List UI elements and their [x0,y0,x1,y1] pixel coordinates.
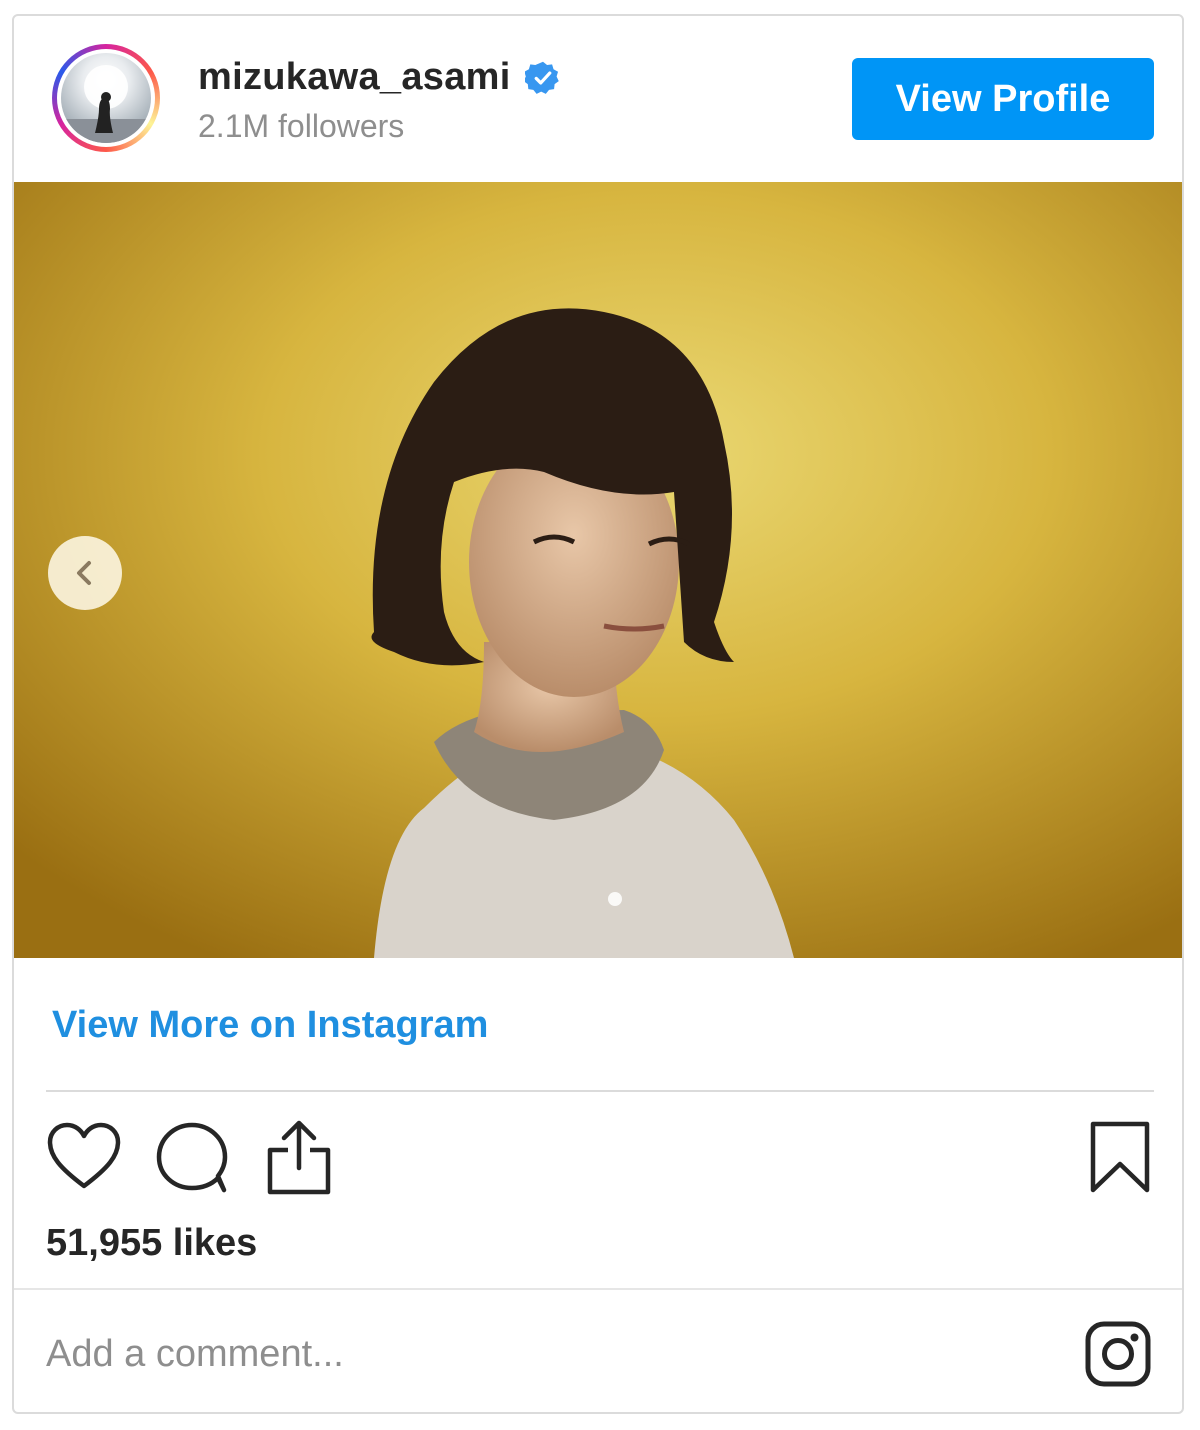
share-icon[interactable] [264,1118,334,1201]
carousel-prev-button[interactable] [48,536,122,610]
username[interactable]: mizukawa_asami [198,56,511,99]
post-photo[interactable] [14,182,1182,958]
avatar[interactable] [52,44,160,152]
post-header: mizukawa_asami 2.1M followers View Profi… [14,16,1182,182]
divider [46,1090,1154,1092]
comment-input[interactable] [46,1322,1046,1386]
view-more-link[interactable]: View More on Instagram [52,1004,488,1047]
heart-icon[interactable] [46,1122,122,1195]
followers-count: 2.1M followers [198,108,405,144]
instagram-embed-card: mizukawa_asami 2.1M followers View Profi… [12,14,1184,1414]
likes-count: 51,955 likes [46,1222,258,1264]
avatar-image [61,53,151,143]
verified-badge-icon [523,60,561,96]
view-profile-button[interactable]: View Profile [852,58,1154,140]
comment-icon[interactable] [154,1120,230,1199]
username-row: mizukawa_asami [198,56,561,99]
instagram-icon[interactable] [1084,1320,1152,1393]
bookmark-icon[interactable] [1088,1120,1152,1199]
chevron-left-icon [77,561,91,585]
carousel-dot [608,892,622,906]
divider [14,1288,1182,1290]
